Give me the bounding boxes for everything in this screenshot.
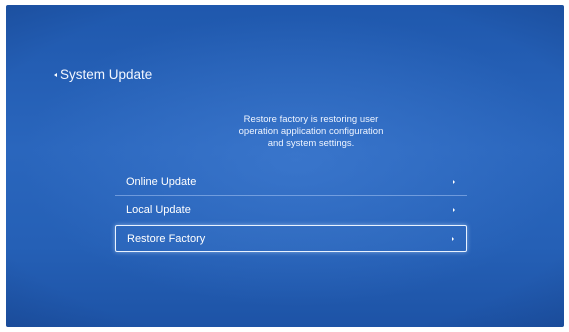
description-line: operation application configuration xyxy=(238,126,384,137)
description-text: Restore factory is restoring user operat… xyxy=(186,114,436,150)
menu-item-restore-factory[interactable]: Restore Factory xyxy=(115,225,467,252)
chevron-right-icon xyxy=(452,236,454,241)
chevron-right-icon xyxy=(453,179,455,184)
chevron-left-icon xyxy=(54,73,57,77)
menu-item-local-update[interactable]: Local Update xyxy=(115,196,467,224)
menu-item-label: Restore Factory xyxy=(127,232,206,245)
page-title: System Update xyxy=(60,67,153,82)
update-menu: Online Update Local Update Restore Facto… xyxy=(115,168,467,252)
description-line: and system settings. xyxy=(267,138,355,149)
menu-item-label: Local Update xyxy=(126,204,191,216)
menu-item-online-update[interactable]: Online Update xyxy=(115,168,467,196)
chevron-right-icon xyxy=(453,208,455,212)
back-button[interactable]: System Update xyxy=(54,67,152,82)
menu-item-label: Online Update xyxy=(126,175,197,188)
description-line: Restore factory is restoring user xyxy=(243,114,379,125)
tv-screen: System Update Restore factory is restori… xyxy=(6,5,564,327)
